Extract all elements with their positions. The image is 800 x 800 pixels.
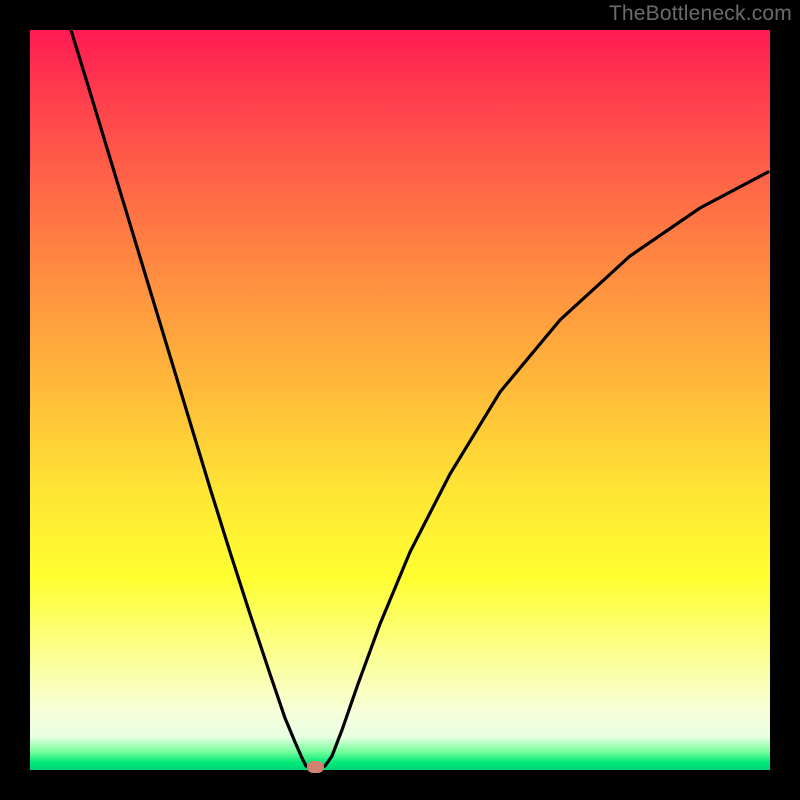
optimum-marker	[307, 761, 324, 773]
bottleneck-curve	[30, 30, 770, 770]
curve-right-branch	[320, 172, 768, 768]
chart-area	[30, 30, 770, 770]
watermark-text: TheBottleneck.com	[609, 2, 792, 26]
curve-left-branch	[71, 30, 320, 768]
